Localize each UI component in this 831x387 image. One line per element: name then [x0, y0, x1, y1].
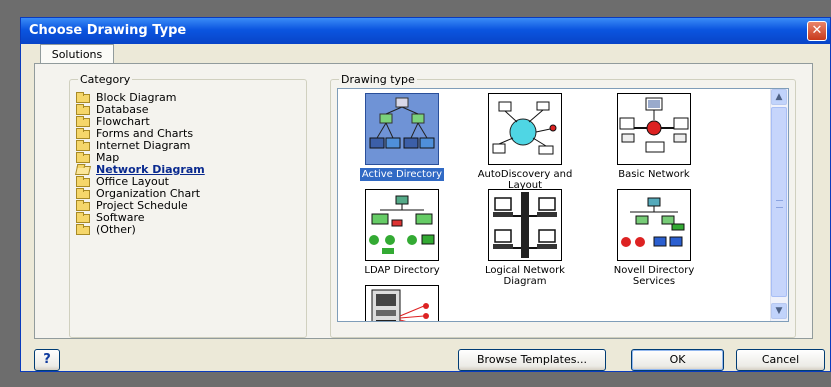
solutions-panel: Category Block Diagram Database Flowchart F… — [34, 63, 813, 339]
folder-icon — [76, 116, 90, 127]
close-button[interactable]: ✕ — [807, 21, 827, 41]
basic-network-icon — [617, 93, 691, 165]
scrollbar-thumb[interactable] — [771, 107, 787, 297]
active-directory-icon — [365, 93, 439, 165]
category-item-other[interactable]: (Other) — [76, 224, 205, 236]
scroll-down-button[interactable]: ▼ — [771, 303, 787, 319]
logical-network-icon — [488, 189, 562, 261]
tab-solutions[interactable]: Solutions — [40, 44, 114, 64]
choose-drawing-type-dialog: Choose Drawing Type ✕ Solutions Category… — [20, 17, 831, 372]
drawing-type-ldap-directory[interactable]: LDAP Directory — [348, 189, 456, 277]
grip-icon — [776, 200, 783, 208]
folder-icon — [76, 152, 90, 163]
window-title: Choose Drawing Type — [29, 23, 187, 38]
folder-icon — [76, 224, 90, 235]
browse-templates-button[interactable]: Browse Templates... — [458, 349, 606, 371]
drawing-type-rack-diagram[interactable] — [348, 285, 456, 321]
drawing-type-logical-network[interactable]: Logical Network Diagram — [471, 189, 579, 288]
drawing-type-basic-network[interactable]: Basic Network — [600, 93, 708, 181]
cancel-button[interactable]: Cancel — [736, 349, 825, 371]
tile-label: Novell Directory Services — [613, 265, 695, 287]
title-bar[interactable]: Choose Drawing Type ✕ — [21, 18, 830, 44]
drawing-type-novell-directory[interactable]: Novell Directory Services — [600, 189, 708, 288]
tile-label: LDAP Directory — [364, 265, 440, 276]
folder-icon — [76, 200, 90, 211]
drawing-type-list[interactable]: Active Directory AutoDiscovery and Layou… — [337, 88, 789, 322]
chevron-down-icon: ▼ — [775, 306, 783, 316]
category-legend: Category — [78, 73, 133, 86]
ok-button[interactable]: OK — [631, 349, 724, 371]
close-icon: ✕ — [811, 23, 823, 38]
drawing-type-autodiscovery[interactable]: AutoDiscovery and Layout — [471, 93, 579, 192]
rack-diagram-icon — [365, 285, 439, 321]
folder-icon — [76, 212, 90, 223]
folder-open-icon — [75, 166, 91, 175]
tile-label: Basic Network — [618, 169, 690, 180]
ldap-directory-icon — [365, 189, 439, 261]
drawing-type-scrollbar[interactable]: ▲ ▼ — [770, 89, 788, 321]
autodiscovery-icon — [488, 93, 562, 165]
folder-icon — [76, 128, 90, 139]
folder-icon — [76, 176, 90, 187]
scroll-up-button[interactable]: ▲ — [771, 89, 787, 105]
help-button[interactable]: ? — [34, 349, 60, 371]
drawing-type-active-directory[interactable]: Active Directory — [348, 93, 456, 181]
category-group: Category Block Diagram Database Flowchart F… — [69, 73, 307, 338]
tile-label: Active Directory — [359, 168, 445, 181]
folder-icon — [76, 92, 90, 103]
chevron-up-icon: ▲ — [775, 92, 783, 102]
folder-icon — [76, 188, 90, 199]
tile-label: Logical Network Diagram — [485, 265, 565, 287]
drawing-type-group: Drawing type Active Directory AutoDiscov… — [330, 73, 796, 338]
drawing-type-legend: Drawing type — [339, 73, 417, 86]
category-item-label: (Other) — [96, 223, 136, 236]
folder-icon — [76, 140, 90, 151]
category-list: Block Diagram Database Flowchart Forms and … — [75, 92, 205, 236]
novell-directory-icon — [617, 189, 691, 261]
folder-icon — [76, 104, 90, 115]
